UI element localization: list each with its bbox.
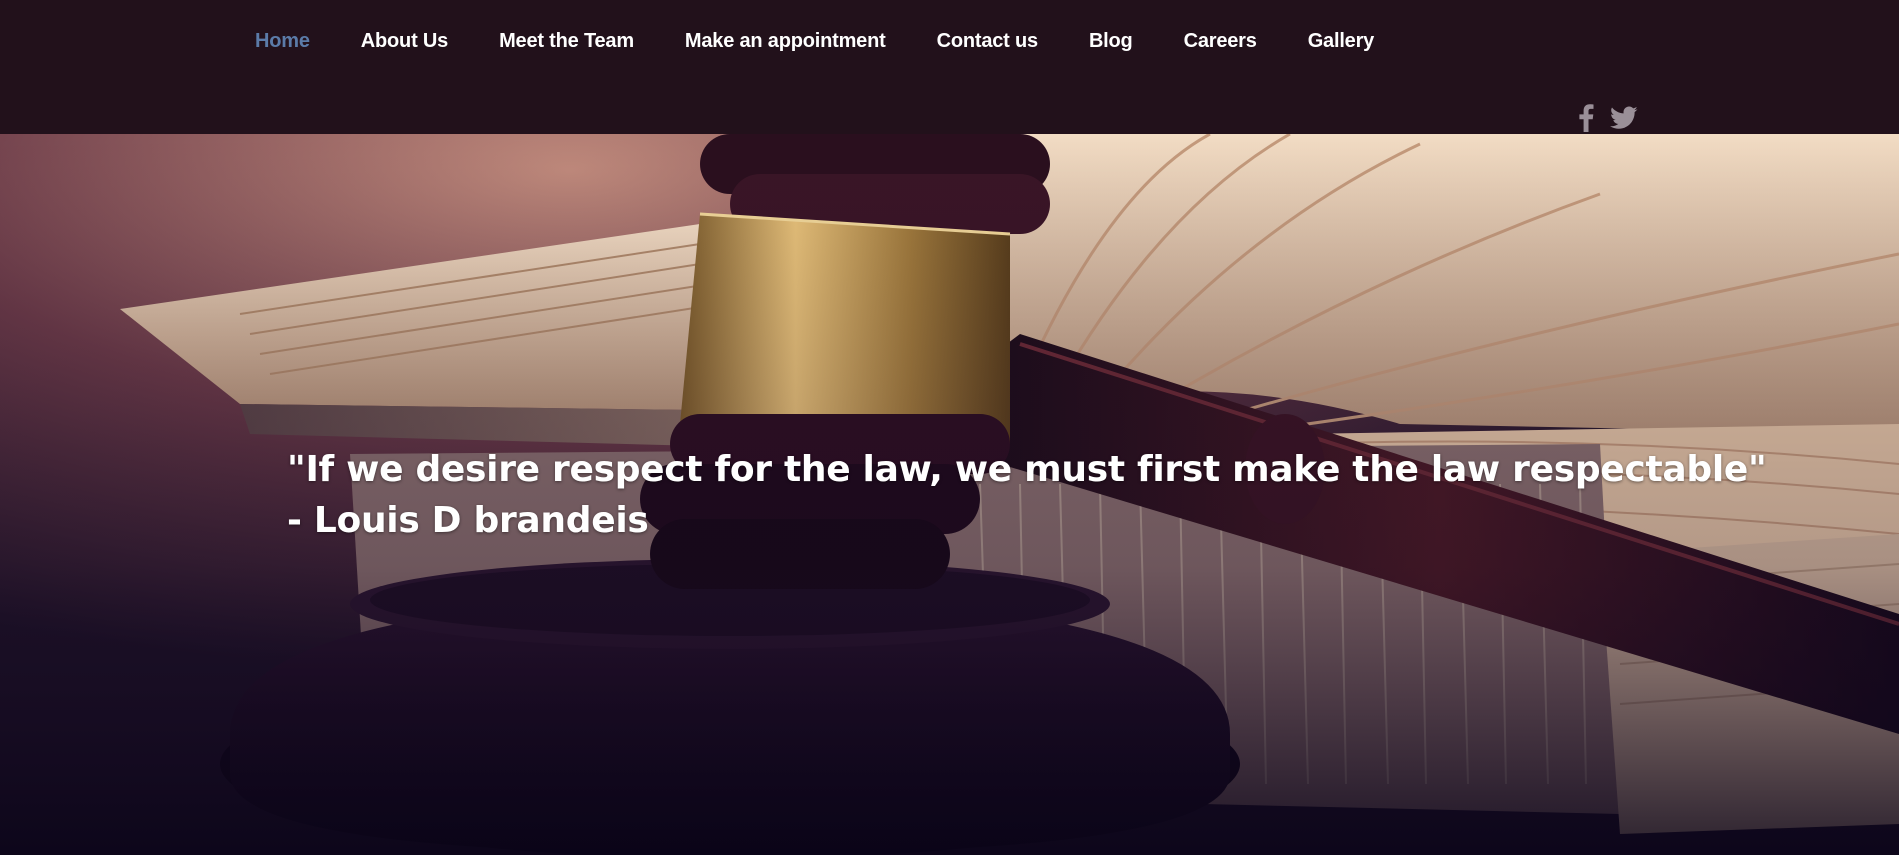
main-nav: Home About Us Meet the Team Make an appo… (255, 26, 1425, 56)
nav-item-home[interactable]: Home (255, 30, 310, 53)
nav-item-careers[interactable]: Careers (1184, 30, 1257, 53)
quote-text: "If we desire respect for the law, we mu… (287, 449, 1767, 490)
quote-author: - Louis D brandeis (287, 500, 649, 541)
site-header: Home About Us Meet the Team Make an appo… (0, 0, 1899, 134)
nav-item-blog[interactable]: Blog (1089, 30, 1133, 53)
nav-item-about-us[interactable]: About Us (361, 30, 448, 53)
twitter-icon[interactable] (1610, 106, 1638, 135)
nav-item-make-an-appointment[interactable]: Make an appointment (685, 30, 886, 53)
facebook-icon[interactable] (1578, 104, 1594, 137)
nav-item-gallery[interactable]: Gallery (1308, 30, 1375, 53)
nav-item-meet-the-team[interactable]: Meet the Team (499, 30, 634, 53)
nav-item-contact-us[interactable]: Contact us (937, 30, 1039, 53)
hero-quote: "If we desire respect for the law, we mu… (287, 444, 1767, 546)
social-links (1578, 104, 1638, 137)
hero-banner: "If we desire respect for the law, we mu… (0, 134, 1899, 855)
